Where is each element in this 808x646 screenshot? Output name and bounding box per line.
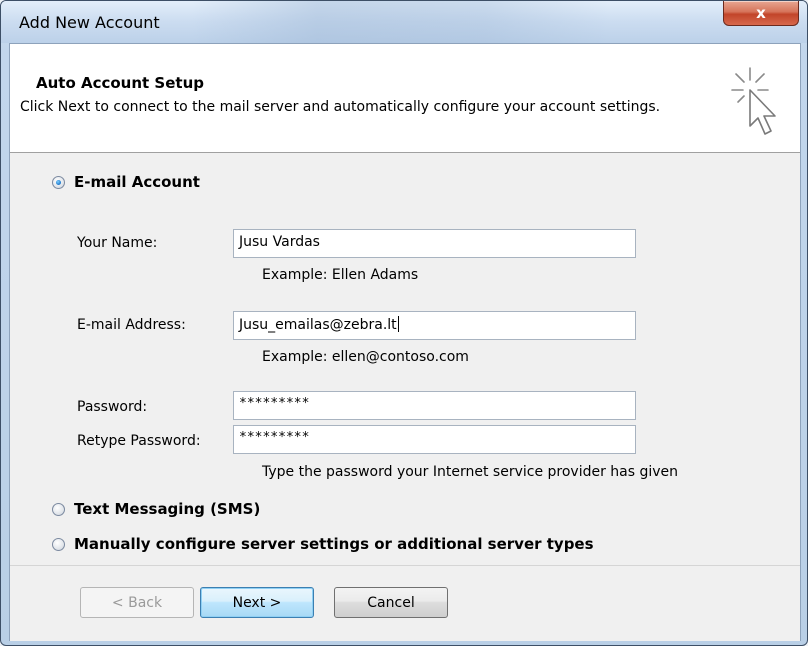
title-bar[interactable]: Add New Account x <box>1 1 807 43</box>
dialog-window: Add New Account x Auto Account Setup Cli… <box>0 0 808 646</box>
your-name-label: Your Name: <box>77 235 158 251</box>
wizard-header: Auto Account Setup Click Next to connect… <box>10 44 800 153</box>
sms-option[interactable]: Text Messaging (SMS) <box>52 500 260 518</box>
wizard-body: E-mail Account Your Name: Jusu Vardas Ex… <box>10 153 800 565</box>
email-account-label: E-mail Account <box>74 173 200 191</box>
cursor-sparkle-icon <box>731 67 776 135</box>
email-account-option[interactable]: E-mail Account <box>52 173 200 191</box>
retype-password-label: Retype Password: <box>77 433 201 449</box>
your-name-field[interactable]: Jusu Vardas <box>233 229 636 258</box>
sms-label: Text Messaging (SMS) <box>74 500 261 518</box>
manual-config-option[interactable]: Manually configure server settings or ad… <box>52 535 594 553</box>
close-icon: x <box>756 4 766 22</box>
window-title: Add New Account <box>19 13 160 32</box>
title-bar-background <box>191 1 611 43</box>
email-address-hint: Example: ellen@contoso.com <box>262 349 469 365</box>
cancel-button[interactable]: Cancel <box>334 587 448 618</box>
page-subtitle: Click Next to connect to the mail server… <box>20 99 661 115</box>
your-name-hint: Example: Ellen Adams <box>262 267 419 283</box>
password-label: Password: <box>77 399 148 415</box>
retype-password-field[interactable]: ********* <box>233 425 636 454</box>
email-address-field[interactable]: Jusu_emailas@zebra.lt <box>233 311 636 340</box>
close-button[interactable]: x <box>723 1 799 26</box>
back-button[interactable]: < Back <box>80 587 194 618</box>
sms-radio[interactable] <box>52 502 65 516</box>
dialog-client-area: Auto Account Setup Click Next to connect… <box>9 43 801 641</box>
email-account-radio[interactable] <box>52 175 65 189</box>
password-hint: Type the password your Internet service … <box>262 464 679 480</box>
password-field[interactable]: ********* <box>233 391 636 420</box>
email-address-value: Jusu_emailas@zebra.lt <box>239 317 397 333</box>
next-button[interactable]: Next > <box>200 587 314 618</box>
wizard-footer: < Back Next > Cancel <box>10 565 800 641</box>
email-address-label: E-mail Address: <box>77 317 186 333</box>
text-caret <box>397 316 399 332</box>
retype-password-value: ********* <box>239 430 310 445</box>
manual-config-radio[interactable] <box>52 537 65 551</box>
page-title: Auto Account Setup <box>36 74 204 92</box>
password-value: ********* <box>239 396 310 411</box>
manual-config-label: Manually configure server settings or ad… <box>74 535 594 553</box>
your-name-value: Jusu Vardas <box>239 234 320 250</box>
